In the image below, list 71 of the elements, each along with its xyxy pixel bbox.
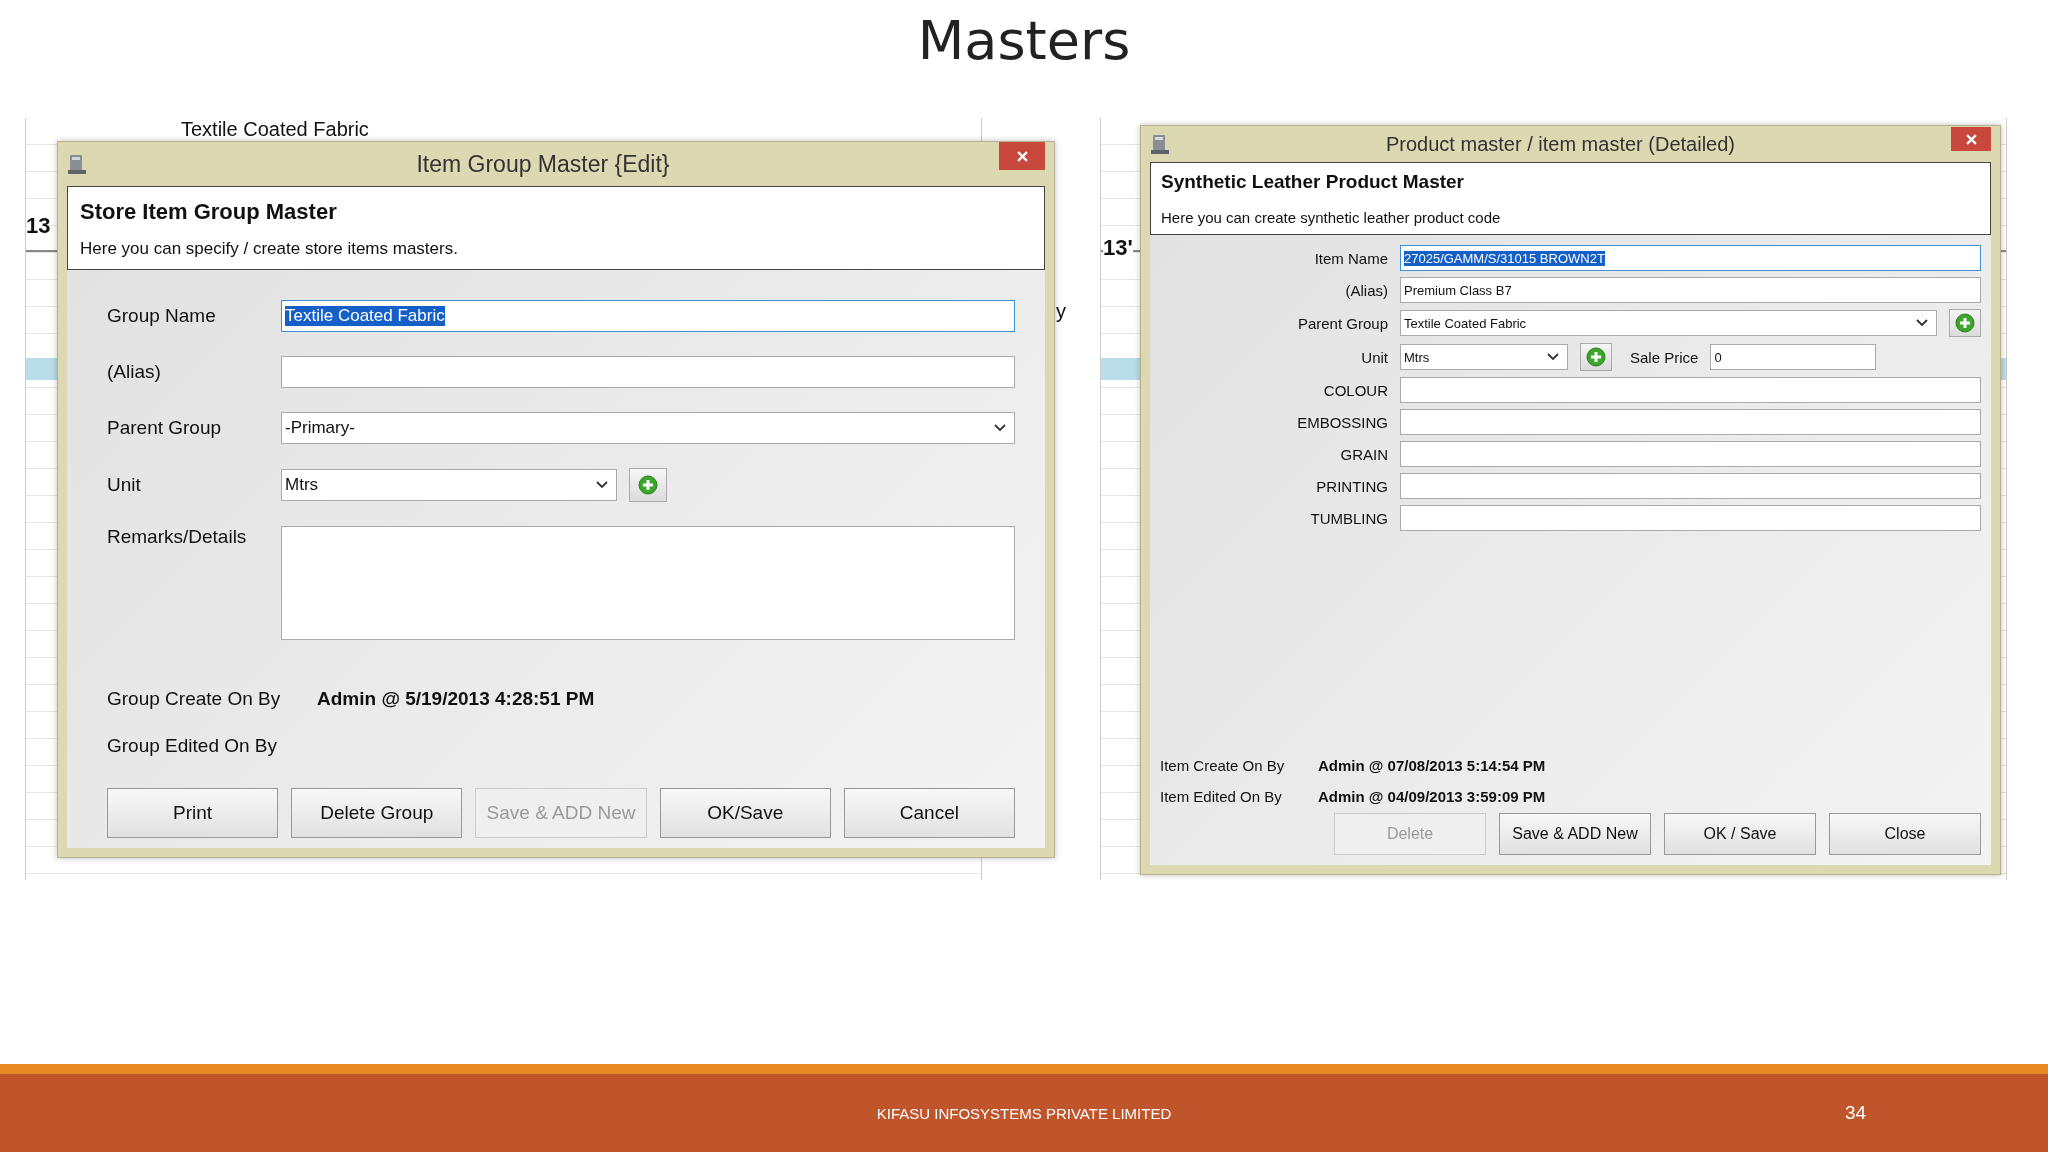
action-button[interactable]: Close: [1829, 813, 1981, 855]
text-area[interactable]: [281, 526, 1015, 640]
field-label: (Alias): [1344, 281, 1388, 299]
input-field[interactable]: 0: [1710, 344, 1877, 370]
audit-value: Admin @ 5/19/2013 4:28:51 PM: [317, 688, 595, 711]
window-title: Item Group Master {Edit}: [415, 150, 671, 178]
action-button[interactable]: OK / Save: [1664, 813, 1816, 855]
form-heading: Synthetic Leather Product Master: [1161, 171, 1466, 193]
form-subtitle: Here you can specify / create store items masters.: [80, 239, 459, 259]
dropdown-field[interactable]: -Primary-: [281, 412, 1015, 444]
field-label: Parent Group: [107, 417, 223, 439]
input-field[interactable]: [1400, 409, 1981, 435]
input-field[interactable]: [281, 356, 1015, 388]
action-button[interactable]: OK/Save: [659, 788, 831, 838]
field-label: EMBOSSING: [1296, 413, 1388, 431]
field-label: Remarks/Details: [107, 526, 248, 548]
plus-icon: [638, 475, 658, 495]
form-subtitle: Here you can create synthetic leather product code: [1161, 209, 1502, 226]
app-icon: [67, 153, 87, 175]
input-field[interactable]: [1400, 377, 1981, 403]
plus-icon: [1955, 313, 1975, 333]
close-button[interactable]: [1951, 127, 1991, 151]
close-button[interactable]: [999, 142, 1045, 170]
audit-value: Admin @ 07/08/2013 5:14:54 PM: [1318, 757, 1546, 776]
input-field[interactable]: 27025/GAMM/S/31015 BROWN2T: [1400, 245, 1981, 271]
field-label: Parent Group: [1296, 314, 1388, 332]
audit-label: Group Edited On By: [107, 735, 279, 758]
input-field[interactable]: Premium Class B7: [1400, 277, 1981, 303]
field-label: (Alias): [107, 361, 162, 383]
add-button[interactable]: [629, 468, 667, 502]
page-number: 34: [1845, 1102, 1867, 1124]
form-heading: Store Item Group Master: [80, 199, 338, 225]
field-label: Group Name: [107, 305, 217, 327]
dropdown-field[interactable]: Textile Coated Fabric: [1400, 310, 1937, 336]
audit-value: Admin @ 04/09/2013 3:59:09 PM: [1318, 788, 1546, 807]
action-button[interactable]: Cancel: [843, 788, 1015, 838]
action-button[interactable]: Save & ADD New: [1499, 813, 1651, 855]
app-icon: [1150, 133, 1170, 155]
audit-label: Item Edited On By: [1160, 788, 1283, 807]
input-field[interactable]: [1400, 473, 1981, 499]
action-button: Delete: [1334, 813, 1486, 855]
dropdown-field[interactable]: Mtrs: [281, 469, 617, 501]
add-button[interactable]: [1580, 343, 1612, 371]
plus-icon: [1586, 347, 1606, 367]
field-label: Sale Price: [1630, 348, 1699, 366]
dropdown-field[interactable]: Mtrs: [1400, 344, 1568, 370]
input-field[interactable]: [1400, 505, 1981, 531]
chevron-icon: [994, 424, 1006, 432]
close-icon: [1965, 133, 1977, 145]
close-icon: [1016, 150, 1028, 162]
input-field[interactable]: [1400, 441, 1981, 467]
field-label: COLOUR: [1322, 381, 1388, 399]
action-button[interactable]: Print: [107, 788, 279, 838]
field-label: PRINTING: [1315, 477, 1388, 495]
field-label: Unit: [1360, 348, 1388, 366]
company-name: KIFASU INFOSYSTEMS PRIVATE LIMITED: [876, 1104, 1172, 1122]
window-title: Product master / item master (Detailed): [1385, 132, 1736, 156]
action-button[interactable]: Delete Group: [291, 788, 463, 838]
field-label: TUMBLING: [1309, 509, 1388, 527]
add-button[interactable]: [1949, 309, 1981, 337]
input-field[interactable]: Textile Coated Fabric: [281, 300, 1015, 332]
audit-label: Group Create On By: [107, 688, 282, 711]
chevron-icon: [1916, 319, 1928, 327]
field-label: Item Name: [1313, 249, 1388, 267]
audit-label: Item Create On By: [1160, 757, 1286, 776]
action-button: Save & ADD New: [475, 788, 647, 838]
field-label: Unit: [107, 474, 142, 496]
chevron-icon: [1547, 353, 1559, 361]
chevron-icon: [596, 481, 608, 489]
field-label: GRAIN: [1339, 445, 1388, 463]
slide-title: Masters: [917, 8, 1131, 72]
